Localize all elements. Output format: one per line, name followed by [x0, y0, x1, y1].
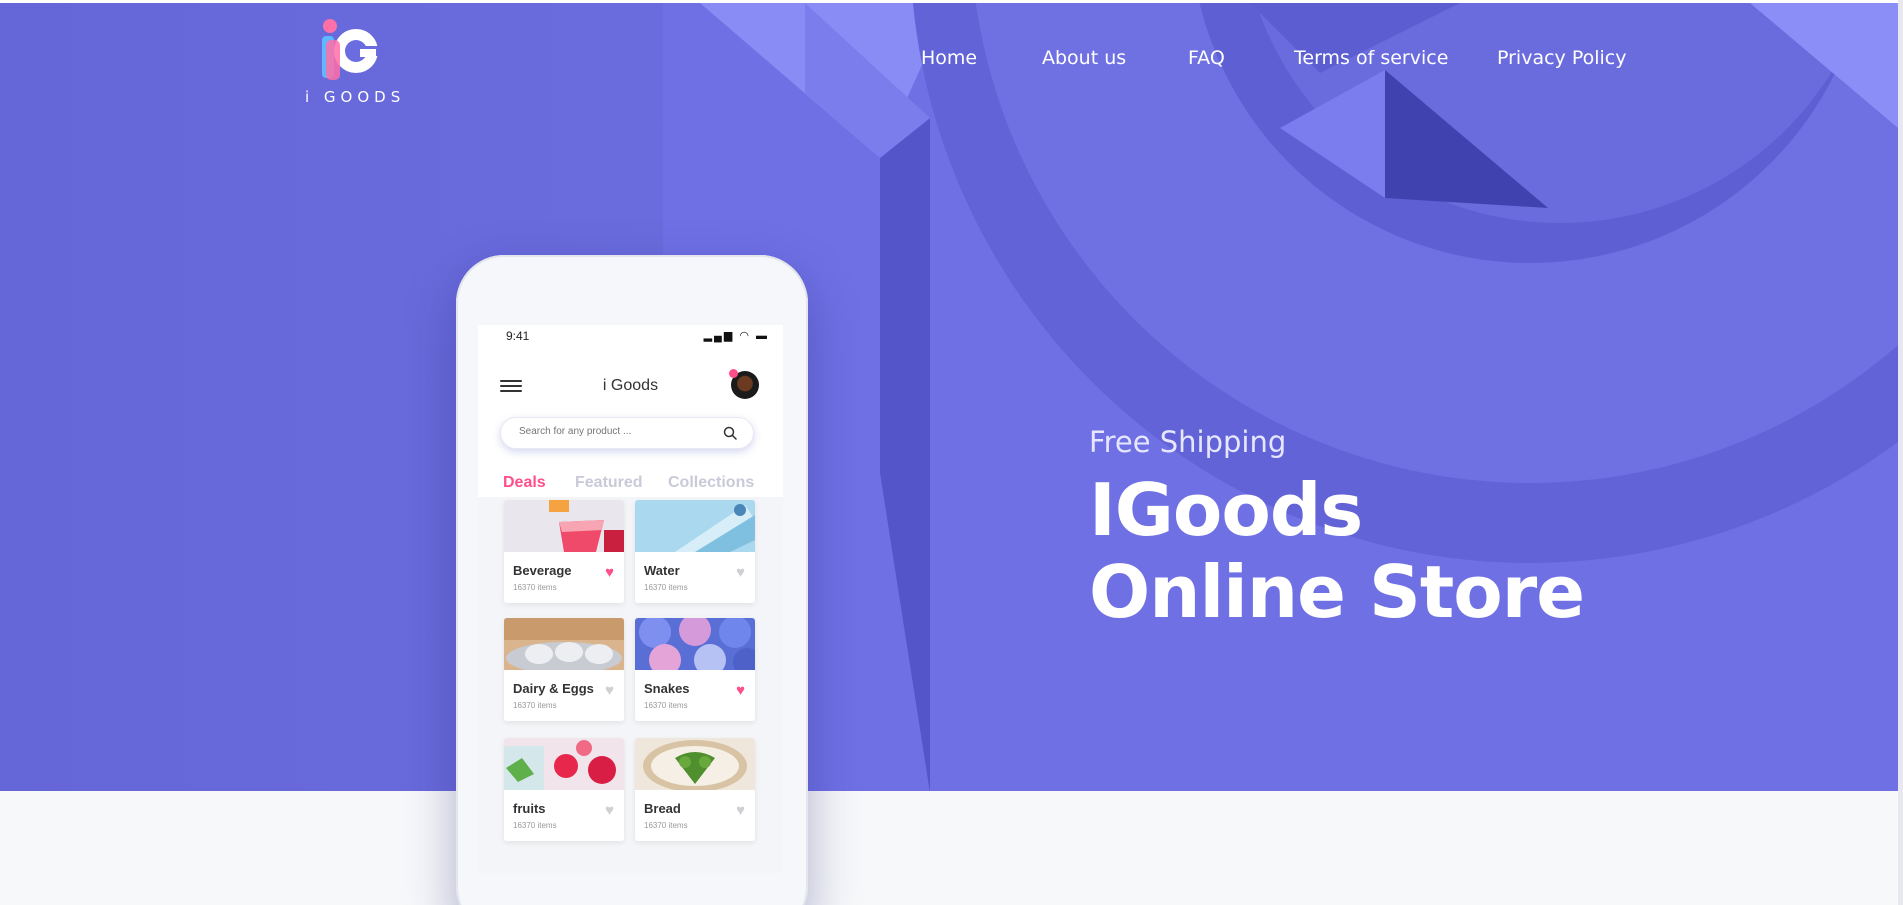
category-card-beverage[interactable]: Beverage 16370 items ♥ [504, 500, 624, 603]
category-count: 16370 items [644, 701, 688, 710]
page-scrollbar[interactable] [1898, 0, 1903, 905]
category-count: 16370 items [513, 583, 557, 592]
category-name: Dairy & Eggs [513, 681, 594, 696]
search-input[interactable] [519, 426, 709, 437]
logo-mark-icon [322, 19, 378, 80]
fruits-image [504, 738, 624, 790]
hero-text: Free Shipping IGoods Online Store [1089, 425, 1585, 634]
category-count: 16370 items [513, 821, 557, 830]
app-header: i Goods Deals Featured Collections [478, 347, 783, 497]
category-name: Snakes [644, 681, 690, 696]
category-count: 16370 items [644, 583, 688, 592]
heart-filled-icon[interactable]: ♥ [736, 682, 745, 699]
hero-background [0, 3, 1898, 791]
heart-filled-icon[interactable]: ♥ [605, 564, 614, 581]
dairy-eggs-image [504, 618, 624, 670]
category-card-water[interactable]: Water 16370 items ♥ [635, 500, 755, 603]
category-card-bread[interactable]: Bread 16370 items ♥ [635, 738, 755, 841]
status-time: 9:41 [506, 329, 530, 343]
category-name: fruits [513, 801, 546, 816]
igoods-logo[interactable]: i GOODS [300, 18, 410, 108]
heart-outline-icon[interactable]: ♥ [605, 802, 614, 819]
nav-home[interactable]: Home [921, 47, 977, 69]
nav-terms-of-service[interactable]: Terms of service [1294, 47, 1448, 69]
category-name: Water [644, 563, 680, 578]
snacks-image [635, 618, 755, 670]
water-image [635, 500, 755, 552]
search-bar [500, 417, 754, 449]
avatar[interactable] [729, 369, 759, 399]
hero-title-line1: IGoods [1089, 468, 1363, 552]
heart-outline-icon[interactable]: ♥ [736, 802, 745, 819]
hero-section [0, 3, 1898, 791]
nav-faq[interactable]: FAQ [1188, 47, 1225, 69]
nav-privacy-policy[interactable]: Privacy Policy [1497, 47, 1626, 69]
category-card-snakes[interactable]: Snakes 16370 items ♥ [635, 618, 755, 721]
tab-deals[interactable]: Deals [503, 474, 546, 492]
hero-title-line2: Online Store [1089, 550, 1585, 634]
hero-title: IGoods Online Store [1089, 468, 1585, 634]
tab-featured[interactable]: Featured [575, 474, 643, 492]
notification-dot [729, 369, 738, 378]
nav-about-us[interactable]: About us [1042, 47, 1126, 69]
logo-text: i GOODS [305, 88, 406, 106]
status-bar: 9:41 ▂▄▆ ◠ ▬ [478, 325, 783, 347]
phone-screen: 9:41 ▂▄▆ ◠ ▬ i Goods Deals Featured Coll… [478, 325, 783, 873]
category-count: 16370 items [644, 821, 688, 830]
category-name: Bread [644, 801, 681, 816]
category-name: Beverage [513, 563, 572, 578]
heart-outline-icon[interactable]: ♥ [736, 564, 745, 581]
bread-image [635, 738, 755, 790]
beverage-image [504, 500, 624, 552]
category-count: 16370 items [513, 701, 557, 710]
search-icon[interactable] [723, 426, 737, 440]
category-card-dairy-eggs[interactable]: Dairy & Eggs 16370 items ♥ [504, 618, 624, 721]
heart-outline-icon[interactable]: ♥ [605, 682, 614, 699]
category-card-fruits[interactable]: fruits 16370 items ♥ [504, 738, 624, 841]
tab-collections[interactable]: Collections [668, 474, 754, 492]
signal-wifi-battery-icon: ▂▄▆ ◠ ▬ [703, 330, 769, 342]
hero-subtitle: Free Shipping [1089, 425, 1287, 459]
